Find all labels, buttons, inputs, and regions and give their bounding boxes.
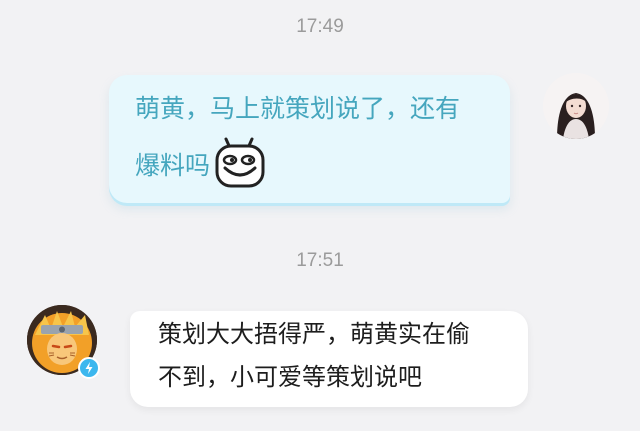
verified-badge (78, 357, 100, 379)
message-timestamp: 17:51 (296, 250, 344, 271)
message-text-line: 策划大大捂得严，萌黄实在偷 (158, 320, 470, 348)
message-timestamp: 17:49 (296, 16, 344, 37)
message-text-line-with-sticker: 爆料吗 (135, 137, 500, 194)
girl-portrait-icon (543, 73, 609, 139)
message-text-line: 不到，小可爱等策划说吧 (158, 363, 422, 391)
message-text-line: 萌黄，马上就策划说了，还有 (135, 94, 461, 123)
incoming-message-bubble[interactable]: 策划大大捂得严，萌黄实在偷 不到，小可爱等策划说吧 (130, 311, 528, 407)
lightning-bolt-icon (85, 362, 93, 374)
grinning-face-sticker-icon (214, 136, 266, 190)
outgoing-message-bubble[interactable]: 萌黄，马上就策划说了，还有 爆料吗 (109, 75, 510, 203)
my-avatar[interactable] (543, 73, 609, 139)
message-text-line: 爆料吗 (135, 151, 211, 180)
